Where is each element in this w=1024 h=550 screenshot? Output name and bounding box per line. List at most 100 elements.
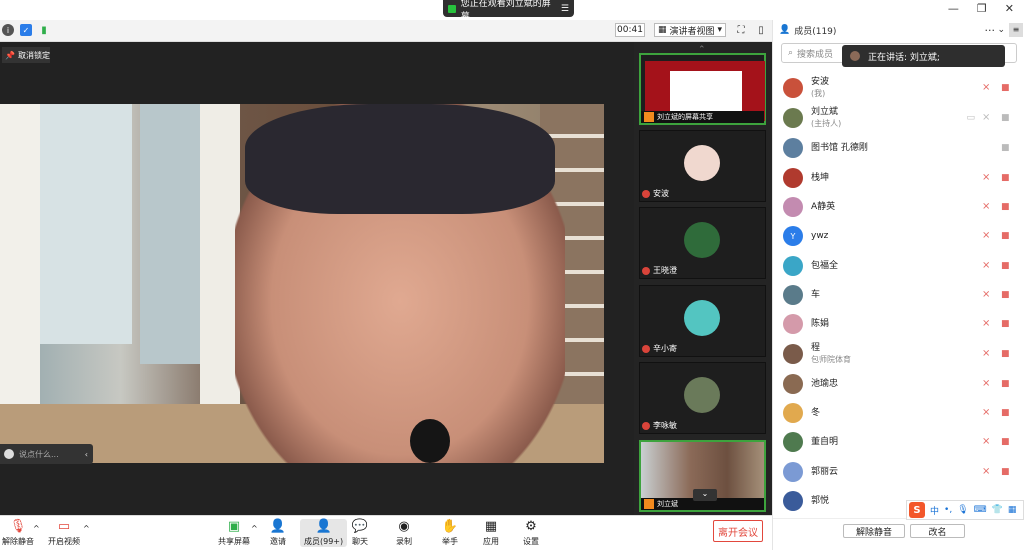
mic-muted-icon[interactable]: ⨯ <box>982 290 991 300</box>
video-off-icon[interactable]: ■ <box>1001 291 1013 300</box>
member-row[interactable]: 郭丽云 ⨯ ■ <box>783 459 1019 485</box>
avatar <box>684 145 720 181</box>
thumbnail-share[interactable]: 刘立斌的屏幕共享 <box>639 53 766 125</box>
ime-toolbar[interactable]: S 中 •, 🎙 ⌨ 👕 ▦ <box>906 500 1024 520</box>
member-row[interactable]: 车 ⨯ ■ <box>783 282 1019 308</box>
video-off-icon[interactable]: ■ <box>1001 144 1013 153</box>
video-off-icon[interactable]: ■ <box>1001 409 1013 418</box>
thumbnail-video[interactable]: 安波 <box>639 130 766 202</box>
grid-icon[interactable]: ▦ <box>1008 505 1017 515</box>
thumbnail-video[interactable]: 王晓澄 <box>639 207 766 279</box>
comment-input[interactable]: 说点什么... ‹ <box>0 444 93 464</box>
minimize-icon[interactable]: — <box>948 2 959 15</box>
chat-button[interactable]: 💬 聊天 <box>352 519 368 547</box>
punctuation-icon[interactable]: •, <box>944 505 952 515</box>
video-icon[interactable]: ■ <box>1001 114 1013 123</box>
member-row[interactable]: 包福全 ⨯ ■ <box>783 253 1019 279</box>
mic-muted-icon[interactable]: ⨯ <box>982 437 991 447</box>
menu-icon[interactable]: ☰ <box>561 4 569 14</box>
chevron-up-icon[interactable]: ^ <box>33 524 40 533</box>
mic-muted-icon[interactable]: ⨯ <box>982 408 991 418</box>
share-screen-icon: ▭ <box>966 113 975 123</box>
leave-meeting-button[interactable]: 离开会议 <box>713 520 763 542</box>
mic-muted-icon[interactable]: ⨯ <box>982 467 991 477</box>
avatar <box>684 377 720 413</box>
mic-muted-icon[interactable]: ⨯ <box>982 83 991 93</box>
video-off-icon[interactable]: ■ <box>1001 350 1013 359</box>
member-row[interactable]: 图书馆 孔德刚 ■ <box>783 135 1019 161</box>
menu-icon[interactable]: ≡ <box>1009 23 1023 37</box>
restore-icon[interactable]: ❐ <box>977 2 987 15</box>
hand-icon: ✋ <box>441 519 459 534</box>
comment-placeholder: 说点什么... <box>19 449 59 459</box>
chevron-down-icon[interactable]: ⌄ <box>693 489 717 501</box>
raise-hand-button[interactable]: ✋ 举手 <box>442 519 458 547</box>
sidebar-toggle-icon[interactable]: ▯ <box>755 24 767 36</box>
avatar <box>783 138 803 158</box>
mic-muted-icon[interactable]: ⨯ <box>982 379 991 389</box>
chevron-down-icon[interactable]: ⌄ <box>997 25 1005 35</box>
view-mode-button[interactable]: ▦ 演讲者视图 ▾ <box>654 23 726 37</box>
member-row[interactable]: 安波 (我) ⨯ ■ <box>783 75 1019 101</box>
rename-button[interactable]: 改名 <box>910 524 965 538</box>
video-off-icon[interactable]: ■ <box>1001 203 1013 212</box>
member-row[interactable]: 栈坤 ⨯ ■ <box>783 165 1019 191</box>
thumbnail-video[interactable]: 刘立斌 ⌄ <box>639 440 766 512</box>
info-icon[interactable]: i <box>2 24 14 36</box>
members-button[interactable]: 👤 成员(99+) <box>300 519 348 547</box>
video-off-icon[interactable]: ■ <box>1001 438 1013 447</box>
thumbnail-video[interactable]: 李咏敏 <box>639 362 766 434</box>
unlock-button[interactable]: 📌 取消锁定 <box>2 47 50 63</box>
unmute-all-button[interactable]: 解除静音 <box>843 524 905 538</box>
mic-icon[interactable]: 🎙 <box>957 505 968 515</box>
thumbnail-label: 刘立斌的屏幕共享 <box>657 113 713 121</box>
shield-icon[interactable]: ✓ <box>20 24 32 36</box>
mic-muted-icon[interactable]: ⨯ <box>982 261 991 271</box>
member-row[interactable]: 刘立斌 (主持人) ▭ ⨯ ■ <box>783 105 1019 131</box>
video-off-icon[interactable]: ■ <box>1001 320 1013 329</box>
video-off-icon[interactable]: ■ <box>1001 232 1013 241</box>
video-off-icon[interactable]: ■ <box>1001 174 1013 183</box>
mic-muted-icon[interactable]: ⨯ <box>982 231 991 241</box>
member-row[interactable]: 陈娟 ⨯ ■ <box>783 311 1019 337</box>
chevron-up-icon[interactable]: ^ <box>251 524 258 533</box>
view-mode-label: 演讲者视图 <box>669 26 715 37</box>
unmute-button[interactable]: 🎙 解除静音 <box>2 519 34 547</box>
screen-share-banner[interactable]: 您正在观看刘立斌的屏幕 ☰ <box>443 0 574 22</box>
video-off-icon[interactable]: ■ <box>1001 84 1013 93</box>
video-off-icon[interactable]: ■ <box>1001 468 1013 477</box>
record-button[interactable]: ◉ 录制 <box>396 519 412 547</box>
keyboard-icon[interactable]: ⌨ <box>974 505 987 515</box>
add-user-icon: 👤 <box>269 519 287 534</box>
member-row[interactable]: 冬 ⨯ ■ <box>783 400 1019 426</box>
members-icon: 👤 <box>315 519 332 534</box>
member-row[interactable]: 程包师院体育 ⨯ ■ <box>783 341 1019 367</box>
fullscreen-icon[interactable]: ⛶ <box>735 24 747 36</box>
chevron-left-icon[interactable]: ‹ <box>85 450 88 459</box>
member-name: 池瑜忠 <box>811 378 839 389</box>
mic-muted-icon[interactable]: ⨯ <box>982 202 991 212</box>
ime-language[interactable]: 中 <box>930 504 939 517</box>
thumbnail-video[interactable]: 辛小寄 <box>639 285 766 357</box>
more-icon[interactable]: ··· <box>985 24 996 37</box>
invite-button[interactable]: 👤 邀请 <box>270 519 286 547</box>
member-row[interactable]: 池瑜忠 ⨯ ■ <box>783 371 1019 397</box>
video-off-icon[interactable]: ■ <box>1001 380 1013 389</box>
member-row[interactable]: A静英 ⨯ ■ <box>783 194 1019 220</box>
close-icon[interactable]: ✕ <box>1005 2 1014 15</box>
signal-icon[interactable]: ▮ <box>38 24 50 36</box>
member-row[interactable]: 董自明 ⨯ ■ <box>783 429 1019 455</box>
chevron-up-icon[interactable]: ^ <box>83 524 90 533</box>
settings-button[interactable]: ⚙ 设置 <box>523 519 539 547</box>
emoji-icon[interactable] <box>4 449 14 459</box>
mic-muted-icon[interactable]: ⨯ <box>982 173 991 183</box>
mic-muted-icon[interactable]: ⨯ <box>982 349 991 359</box>
video-off-icon[interactable]: ■ <box>1001 262 1013 271</box>
start-video-button[interactable]: ▭ 开启视频 <box>48 519 80 547</box>
share-screen-button[interactable]: ▣ 共享屏幕 <box>218 519 250 547</box>
mic-muted-icon[interactable]: ⨯ <box>982 319 991 329</box>
mic-icon[interactable]: ⨯ <box>982 113 991 123</box>
skin-icon[interactable]: 👕 <box>992 505 1003 515</box>
apps-button[interactable]: ▦ 应用 <box>483 519 499 547</box>
member-row[interactable]: Y ywz ⨯ ■ <box>783 223 1019 249</box>
